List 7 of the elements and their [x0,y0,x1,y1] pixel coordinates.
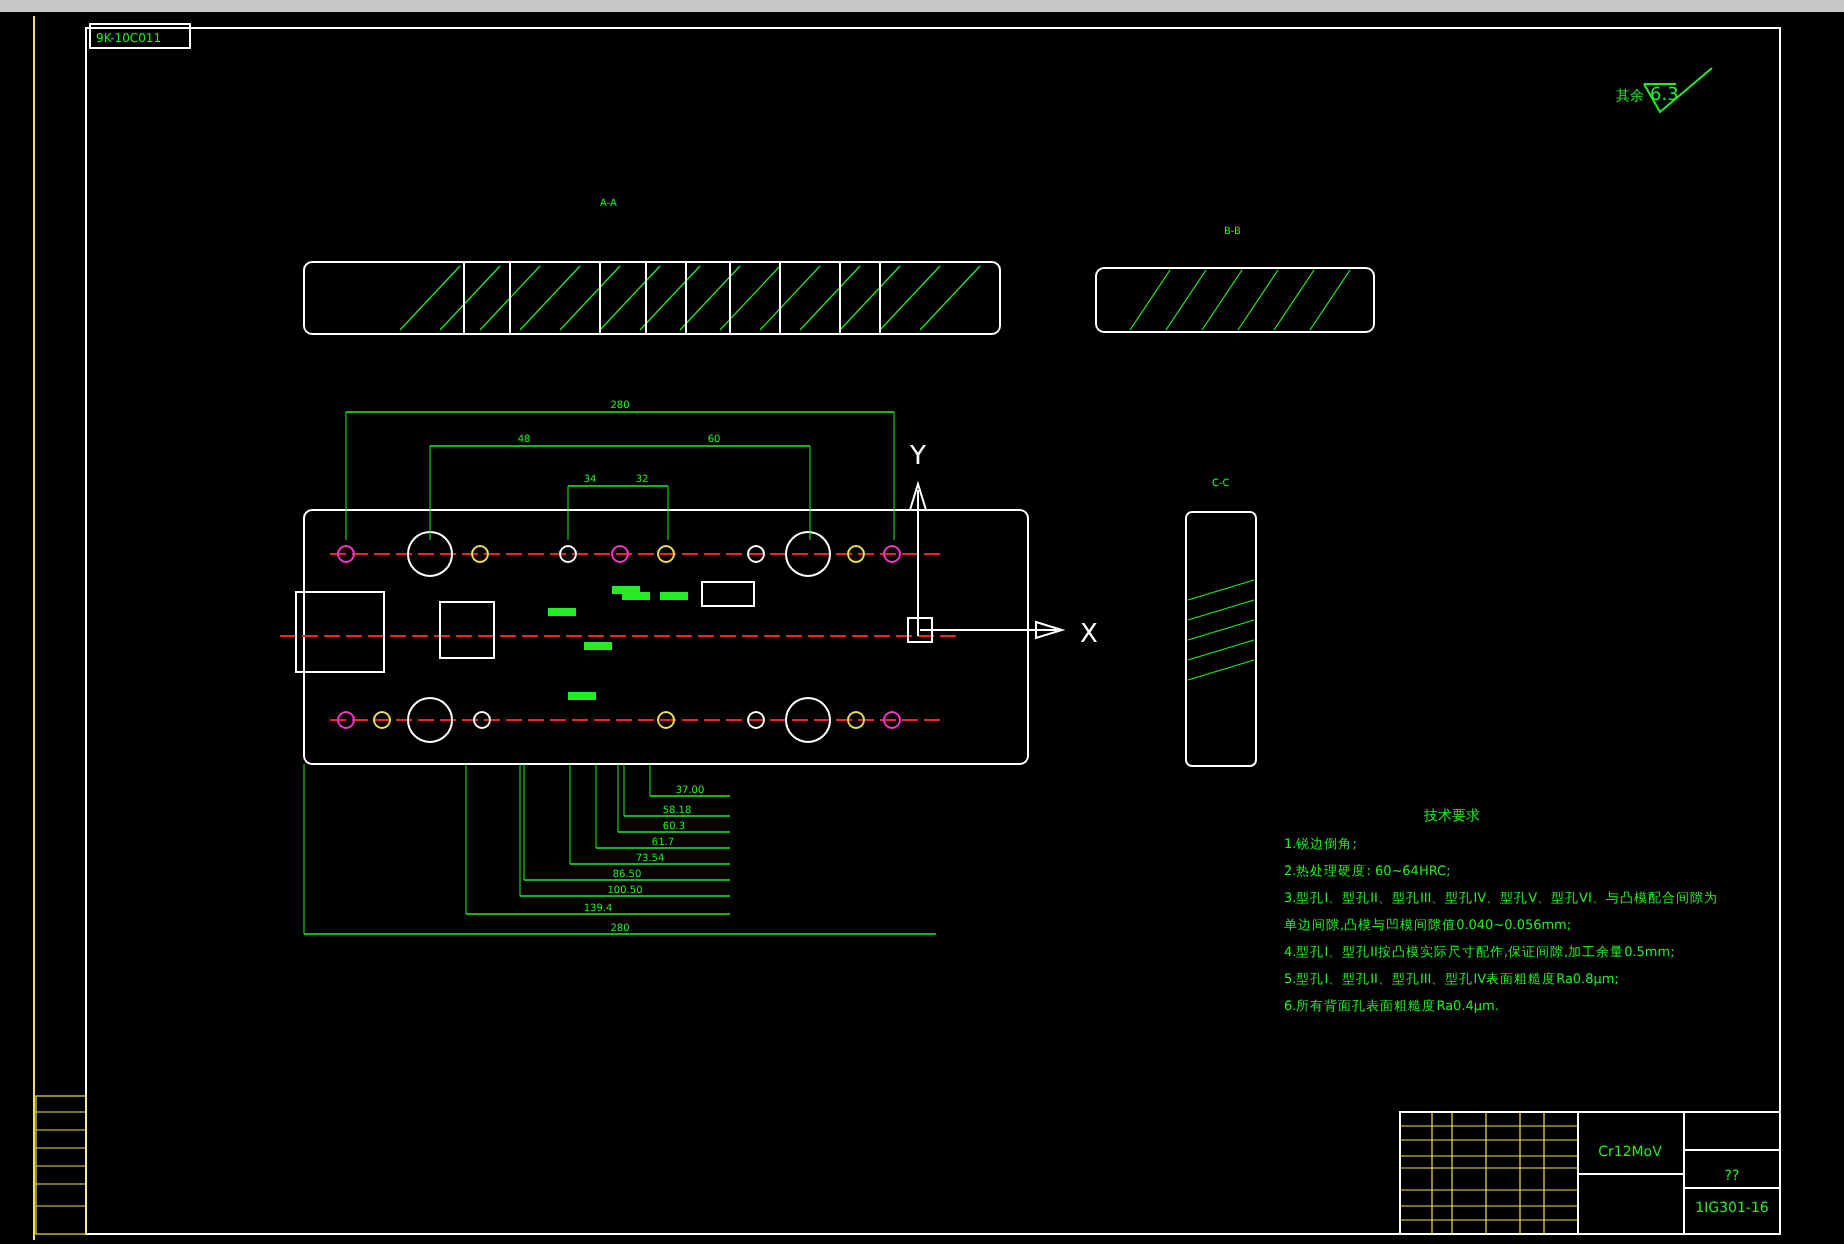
roughness-value: 6.3 [1650,86,1679,106]
label-frame [89,23,191,49]
axis-label: Y [910,442,926,472]
axis-label: X [1080,620,1098,650]
revision-table [35,1095,87,1235]
toolbar[interactable] [0,0,1844,12]
roughness-symbol-icon [1643,67,1713,114]
